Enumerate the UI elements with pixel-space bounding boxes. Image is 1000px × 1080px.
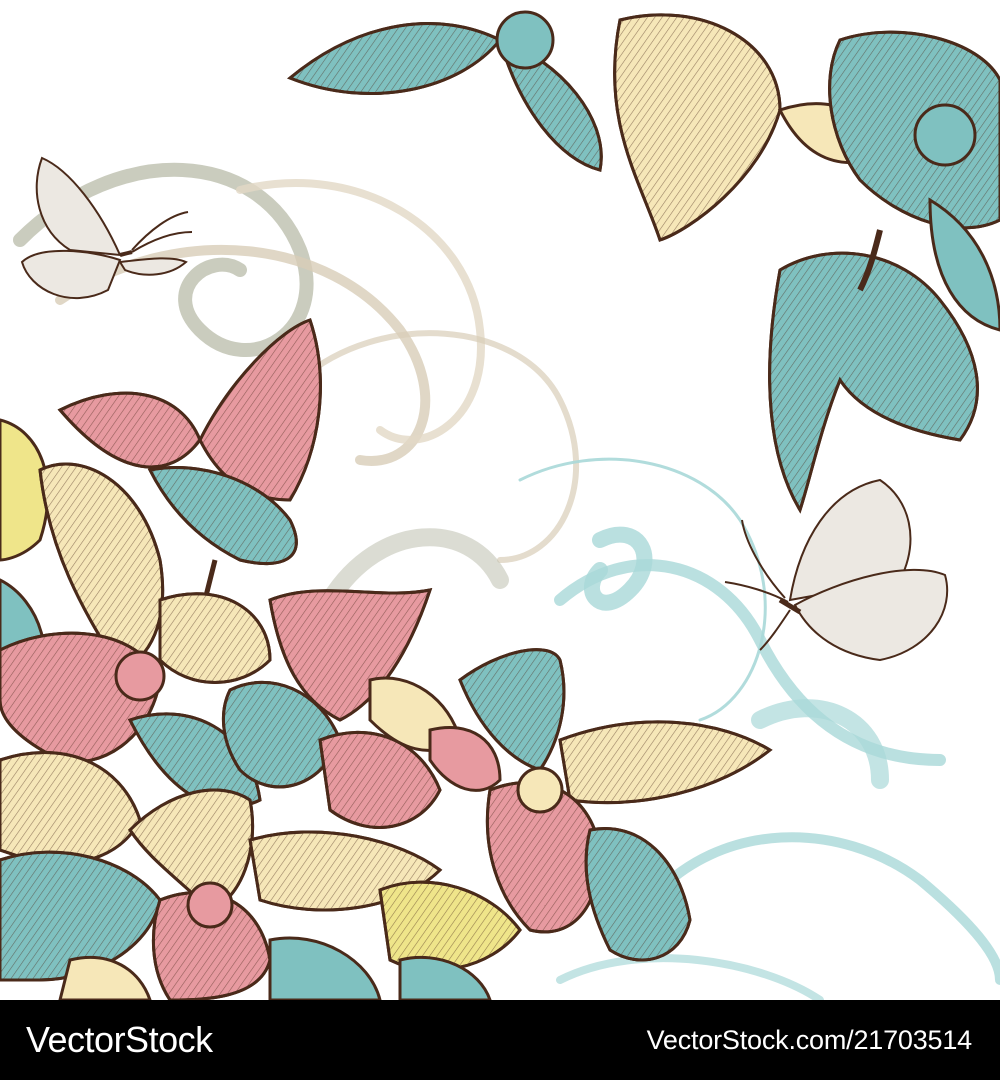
orchid-cluster-bottom-left bbox=[0, 318, 773, 1000]
floral-illustration bbox=[0, 10, 1000, 1000]
watermark-bar: VectorStock VectorStock.com/21703514 bbox=[0, 1000, 1000, 1080]
watermark-credit: VectorStock.com/21703514 bbox=[646, 1024, 973, 1055]
image-canvas: VectorStock VectorStock.com/21703514 bbox=[0, 0, 1000, 1080]
watermark-brand: VectorStock bbox=[26, 1019, 213, 1060]
